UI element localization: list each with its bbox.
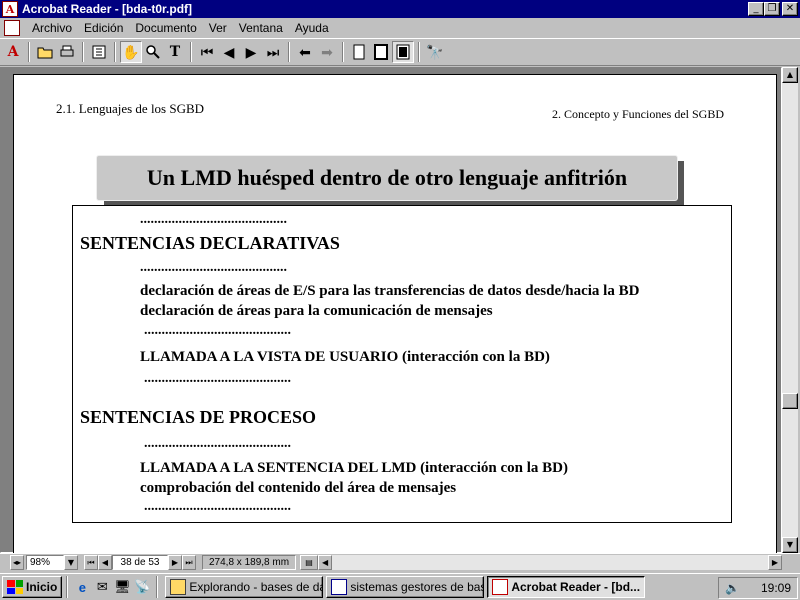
toolbar-separator	[190, 42, 192, 62]
zoom-field[interactable]: 98%	[26, 555, 64, 570]
window-title: Acrobat Reader - [bda-t0r.pdf]	[22, 2, 193, 16]
dotted-line: ........................................…	[140, 212, 287, 227]
start-label: Inicio	[26, 580, 58, 594]
slide-title: Un LMD huésped dentro de otro lenguaje a…	[96, 155, 678, 201]
page-only-icon[interactable]	[88, 41, 110, 63]
doc-minimize-button[interactable]: _	[748, 2, 764, 16]
actual-size-icon[interactable]	[348, 41, 370, 63]
hscroll-left-icon[interactable]: ◀	[318, 555, 333, 570]
word-document-icon	[331, 579, 348, 595]
internet-explorer-icon[interactable]: e	[72, 577, 92, 597]
doc-restore-button[interactable]: ❐	[764, 2, 780, 16]
taskbar-separator	[156, 576, 159, 598]
dotted-line: ........................................…	[144, 436, 291, 451]
prev-page-status-icon[interactable]: ◀	[98, 555, 112, 570]
previous-page-icon[interactable]: ◀	[218, 41, 240, 63]
toolbar-separator	[114, 42, 116, 62]
show-desktop-icon[interactable]: 🖥	[112, 577, 132, 597]
menu-edicion[interactable]: Edición	[78, 21, 129, 35]
clock[interactable]: 19:09	[761, 581, 791, 595]
volume-icon[interactable]: 🔈	[725, 581, 740, 595]
folder-icon	[170, 579, 187, 595]
last-page-icon[interactable]: ⏭	[262, 41, 284, 63]
task-label: sistemas gestores de base...	[350, 580, 483, 594]
vertical-scrollbar[interactable]: ▲ ▼	[782, 67, 798, 553]
fit-page-icon[interactable]	[370, 41, 392, 63]
start-button[interactable]: Inicio	[2, 576, 63, 598]
pdf-page: 2.1. Lenguajes de los SGBD 2. Concepto y…	[13, 74, 777, 554]
outlook-express-icon[interactable]: ✉	[92, 577, 112, 597]
page-header-left: 2.1. Lenguajes de los SGBD	[56, 101, 205, 116]
channels-icon[interactable]: 📡	[132, 577, 152, 597]
taskbar: Inicio e ✉ 🖥 📡 Explorando - bases de dat…	[0, 573, 800, 600]
taskbar-item-explorer[interactable]: Explorando - bases de datos	[165, 576, 324, 598]
task-label: Acrobat Reader - [bd...	[511, 580, 641, 594]
menu-ayuda[interactable]: Ayuda	[289, 21, 335, 35]
document-icon[interactable]	[4, 20, 20, 36]
taskbar-item-word[interactable]: sistemas gestores de base...	[326, 576, 485, 598]
hscroll-right-icon[interactable]: ▶	[768, 555, 782, 570]
toolbar-separator	[82, 42, 84, 62]
zoom-dropdown-icon[interactable]: ▼	[64, 555, 78, 570]
scroll-up-icon[interactable]: ▲	[782, 67, 798, 83]
dotted-line: ........................................…	[140, 260, 287, 275]
dotted-line: ........................................…	[144, 323, 291, 338]
body-line: declaración de áreas de E/S para las tra…	[140, 283, 640, 299]
toolbar-separator	[342, 42, 344, 62]
toolbar-separator	[288, 42, 290, 62]
menu-ver[interactable]: Ver	[203, 21, 233, 35]
menu-archivo[interactable]: Archivo	[26, 21, 78, 35]
windows-logo-icon	[7, 580, 23, 594]
status-bar: ◂▸ 98% ▼ ⏮ ◀ 38 de 53 ▶ ⏭ 274,8 x 189,8 …	[0, 553, 800, 571]
page-header-right: 2. Concepto y Funciones del SGBD	[552, 107, 724, 121]
fit-width-icon[interactable]	[392, 41, 414, 63]
zoom-stepper-icon[interactable]: ◂▸	[10, 555, 24, 570]
menu-ventana[interactable]: Ventana	[233, 21, 289, 35]
page-number-field[interactable]: 38 de 53	[112, 555, 168, 570]
page-dimensions: 274,8 x 189,8 mm	[202, 555, 297, 570]
acrobat-logo-icon[interactable]: A	[2, 41, 24, 63]
go-forward-icon[interactable]: ➡	[316, 41, 338, 63]
document-view[interactable]: 2.1. Lenguajes de los SGBD 2. Concepto y…	[0, 67, 782, 554]
last-page-status-icon[interactable]: ⏭	[182, 555, 196, 570]
text-select-icon[interactable]: T	[164, 41, 186, 63]
page-layout-icon[interactable]: ▤	[300, 555, 319, 570]
find-icon[interactable]: 🔭	[424, 41, 446, 63]
hand-tool-icon[interactable]: ✋	[120, 41, 142, 63]
toolbar: A ✋ T ⏮ ◀ ▶ ⏭ ⬅ ➡ 🔭	[0, 38, 800, 66]
dotted-line: ........................................…	[144, 499, 291, 514]
first-page-status-icon[interactable]: ⏮	[84, 555, 98, 570]
zoom-tool-icon[interactable]	[142, 41, 164, 63]
open-icon[interactable]	[34, 41, 56, 63]
menu-documento[interactable]: Documento	[129, 21, 202, 35]
body-line: LLAMADA A LA SENTENCIA DEL LMD (interacc…	[140, 460, 568, 476]
horizontal-scrollbar[interactable]	[332, 555, 768, 570]
toolbar-separator	[28, 42, 30, 62]
taskbar-item-acrobat[interactable]: Acrobat Reader - [bd...	[487, 576, 646, 598]
dotted-line: ........................................…	[144, 371, 291, 386]
next-page-status-icon[interactable]: ▶	[168, 555, 182, 570]
section-heading: SENTENCIAS DE PROCESO	[80, 407, 317, 427]
next-page-icon[interactable]: ▶	[240, 41, 262, 63]
taskbar-separator	[66, 576, 69, 598]
section-heading: SENTENCIAS DECLARATIVAS	[80, 233, 340, 253]
acrobat-task-icon	[492, 579, 509, 595]
scroll-down-icon[interactable]: ▼	[782, 537, 798, 553]
window-title-bar[interactable]: A Acrobat Reader - [bda-t0r.pdf] _ ❐ ✕	[0, 0, 800, 18]
body-line: comprobación del contenido del área de m…	[140, 480, 457, 496]
first-page-icon[interactable]: ⏮	[196, 41, 218, 63]
body-line: LLAMADA A LA VISTA DE USUARIO (interacci…	[140, 349, 550, 365]
print-icon[interactable]	[56, 41, 78, 63]
go-back-icon[interactable]: ⬅	[294, 41, 316, 63]
doc-close-button[interactable]: ✕	[782, 2, 798, 16]
task-label: Explorando - bases de datos	[189, 580, 322, 594]
body-line: declaración de áreas para la comunicació…	[140, 303, 493, 319]
system-tray: 🔈 19:09	[718, 577, 798, 599]
toolbar-separator	[418, 42, 420, 62]
acrobat-icon[interactable]: A	[2, 1, 18, 17]
scroll-thumb[interactable]	[782, 393, 798, 409]
menu-bar: Archivo Edición Documento Ver Ventana Ay…	[0, 2, 800, 38]
